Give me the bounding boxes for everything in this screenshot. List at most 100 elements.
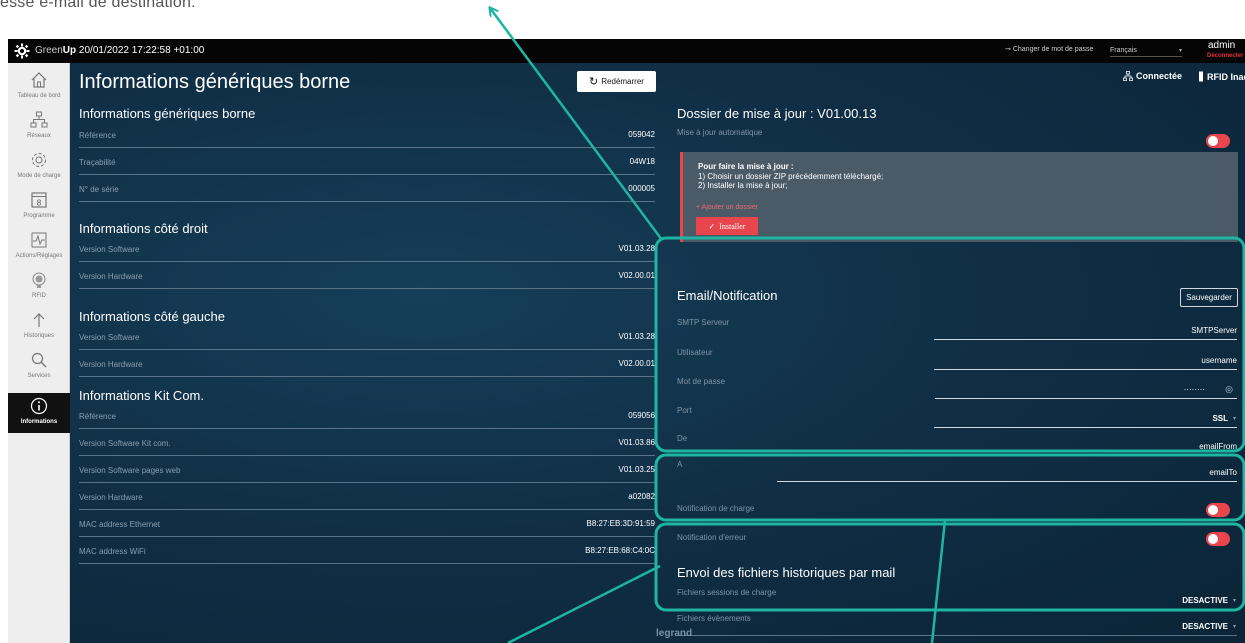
- username-field[interactable]: Utilisateur username: [677, 343, 1237, 370]
- field-label: Notification de charge: [677, 504, 755, 513]
- section-title-generic: Informations génériques borne: [79, 106, 256, 121]
- rfid-label: RFID Inac: [1207, 71, 1245, 82]
- main-content: Informations génériques borne ↻ Redémarr…: [70, 63, 1245, 643]
- row-value: V01.03.28: [618, 244, 655, 253]
- events-files-select[interactable]: Fichiers évènements DESACTIVE ▾: [677, 609, 1237, 636]
- error-notification-toggle[interactable]: [1206, 532, 1230, 546]
- logout-link[interactable]: Déconnecter: [1207, 53, 1243, 59]
- charge-notification-toggle[interactable]: [1206, 503, 1230, 517]
- row-value: V02.00.01: [618, 271, 655, 280]
- install-label: Installer: [719, 221, 746, 231]
- network-icon: [30, 111, 48, 128]
- gear-icon: [32, 153, 46, 167]
- save-button[interactable]: Sauvegarder: [1180, 288, 1238, 307]
- row-label: MAC address WiFi: [79, 547, 146, 556]
- section-title-right-side: Informations côté droit: [79, 221, 208, 236]
- field-underline: [777, 481, 1237, 482]
- field-label: SMTP Serveur: [677, 318, 730, 327]
- from-field[interactable]: De emailFrom: [677, 429, 1237, 456]
- table-row: Référence 059056: [79, 402, 655, 429]
- field-value: emailTo: [1209, 468, 1237, 477]
- info-icon: [30, 397, 48, 415]
- field-value: username: [1201, 356, 1237, 365]
- home-icon: [31, 72, 47, 88]
- add-folder-link[interactable]: + Ajouter un dossier: [696, 204, 758, 211]
- field-value: DESACTIVE: [1182, 622, 1228, 631]
- sidebar-item-label: Mode de charge: [17, 173, 61, 179]
- update-box-title: Pour faire la mise à jour :: [698, 162, 794, 171]
- sidebar-item-label: Actions/Réglages: [15, 253, 63, 259]
- gear-logo-icon: [14, 43, 30, 59]
- table-row: Version Hardware V02.00.01: [79, 262, 655, 289]
- sidebar-item-label: RFID: [32, 293, 46, 299]
- sidebar-item-rfid[interactable]: RFID: [8, 267, 70, 307]
- field-underline: [677, 635, 1237, 636]
- field-underline: [935, 398, 1237, 399]
- table-row: Traçabilité 04W18: [79, 148, 655, 175]
- sidebar-item-dashboard[interactable]: Tableau de bord: [8, 67, 70, 107]
- sidebar-item-label: Historiques: [23, 333, 54, 339]
- sidebar-item-informations[interactable]: Informations: [8, 393, 70, 433]
- auto-update-toggle[interactable]: [1206, 134, 1230, 148]
- smtp-server-field[interactable]: SMTP Serveur SMTPServer: [677, 313, 1237, 340]
- sidebar-item-charge-mode[interactable]: Mode de charge: [8, 147, 70, 187]
- row-value: 04W18: [629, 157, 655, 166]
- install-button[interactable]: ✓ Installer: [696, 217, 758, 235]
- key-icon: ⊸: [1005, 46, 1011, 53]
- field-underline: [934, 369, 1237, 370]
- row-value: 059042: [628, 130, 655, 139]
- sidebar-item-services[interactable]: Services: [8, 347, 70, 387]
- table-row: N° de série 000005: [79, 175, 655, 202]
- field-underline: [934, 427, 1237, 428]
- document-caption: esse e-mail de destination.: [0, 0, 196, 11]
- row-value: V01.03.28: [618, 332, 655, 341]
- page-title: Informations génériques borne: [79, 71, 351, 93]
- brand-datetime: GreenUp 20/01/2022 17:22:58 +01:00: [35, 45, 204, 56]
- connection-status: Connectée: [1123, 71, 1182, 81]
- sidebar-item-program[interactable]: 8 Programme: [8, 187, 70, 227]
- restart-button[interactable]: ↻ Redémarrer: [577, 71, 656, 92]
- connected-label: Connectée: [1136, 71, 1183, 81]
- sessions-files-select[interactable]: Fichiers sessions de charge DESACTIVE ▾: [677, 583, 1237, 610]
- refresh-icon: ↻: [589, 76, 599, 88]
- section-title-left-side: Informations côté gauche: [79, 309, 225, 324]
- language-select[interactable]: Français ▾: [1110, 44, 1182, 57]
- field-value: ········: [1183, 385, 1205, 394]
- chevron-down-icon: ▾: [1232, 624, 1236, 630]
- sidebar-item-label: Tableau de bord: [17, 93, 61, 99]
- sidebar-item-actions[interactable]: Actions/Réglages: [8, 227, 70, 267]
- app-window: GreenUp 20/01/2022 17:22:58 +01:00 ⊸ Cha…: [8, 39, 1245, 643]
- field-label: Fichiers évènements: [677, 614, 751, 623]
- sidebar-item-label: Informations: [20, 419, 58, 425]
- sidebar-item-history[interactable]: Historiques: [8, 307, 70, 347]
- password-field[interactable]: Mot de passe ········ ◎: [677, 372, 1237, 399]
- to-field[interactable]: A emailTo: [677, 455, 1237, 482]
- sidebar-item-networks[interactable]: Réseaux: [8, 107, 70, 147]
- user-name: admin: [1208, 40, 1236, 51]
- row-label: Version Software: [79, 245, 140, 254]
- eye-icon[interactable]: ◎: [1225, 384, 1233, 395]
- row-value: V01.03.86: [618, 438, 655, 447]
- restart-label: Redémarrer: [601, 77, 644, 86]
- field-label: Notification d'erreur: [677, 533, 747, 542]
- row-label: Version Hardware: [79, 360, 143, 369]
- email-section-title: Email/Notification: [677, 288, 778, 303]
- table-row: Version Hardware a02082: [79, 483, 655, 510]
- field-label: Mot de passe: [677, 377, 726, 386]
- sidebar: Tableau de bord Réseaux Mode de charge 8…: [8, 63, 70, 643]
- field-value: SSL: [1212, 414, 1228, 423]
- port-select[interactable]: Port SSL ▾: [677, 401, 1237, 428]
- upload-arrow-icon: [33, 313, 45, 327]
- chevron-down-icon: ▾: [1232, 598, 1236, 604]
- update-title: Dossier de mise à jour : V01.00.13: [677, 106, 877, 121]
- change-password-link[interactable]: ⊸ Changer de mot de passe: [1005, 45, 1093, 53]
- table-row: Version Software pages web V01.03.25: [79, 456, 655, 483]
- table-row: Référence 059042: [79, 121, 655, 148]
- row-label: N° de série: [79, 185, 119, 194]
- table-row: Version Software Kit com. V01.03.86: [79, 429, 655, 456]
- table-row: MAC address WiFi B8:27:EB:68:C4:0C: [79, 537, 655, 564]
- legrand-logo: legrand: [656, 628, 693, 639]
- row-value: a02082: [628, 492, 655, 501]
- field-label: Fichiers sessions de charge: [677, 588, 777, 597]
- top-bar: GreenUp 20/01/2022 17:22:58 +01:00 ⊸ Cha…: [8, 39, 1245, 63]
